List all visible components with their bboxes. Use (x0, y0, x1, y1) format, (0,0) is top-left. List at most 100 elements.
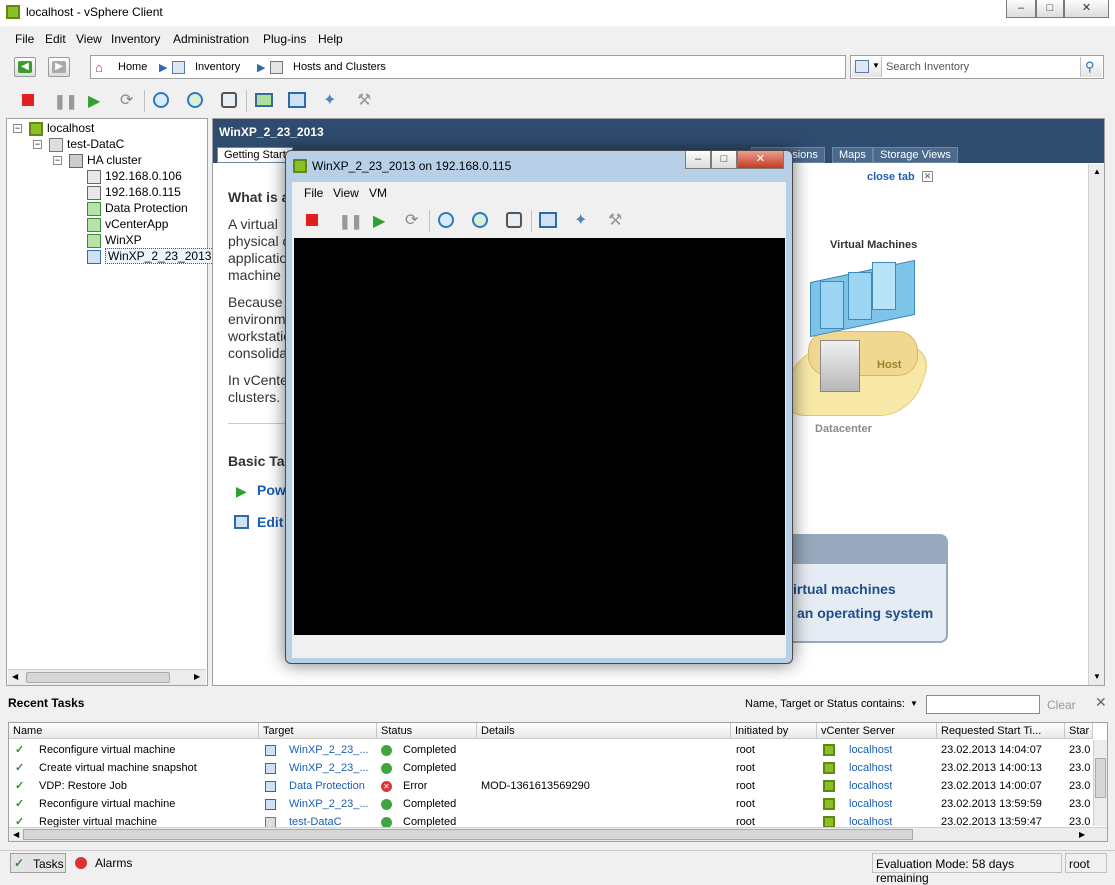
close-tasks-icon[interactable]: ✕ (1095, 694, 1107, 711)
console-close-button[interactable]: ✕ (737, 151, 784, 169)
back-button[interactable]: ◀ (14, 57, 36, 77)
menu-administration[interactable]: Administration (173, 32, 249, 46)
tree-item-localhost[interactable]: localhost (29, 120, 94, 136)
tab-maps[interactable]: Maps (832, 147, 873, 163)
main-vscrollbar[interactable]: ▲ ▼ (1088, 164, 1104, 685)
suspend-button[interactable]: ❚❚ (50, 90, 77, 110)
alarms-toggle-button[interactable]: Alarms (70, 853, 142, 873)
scroll-thumb[interactable] (26, 672, 170, 683)
console-reset-button[interactable]: ⟳ (402, 210, 422, 230)
column-header[interactable]: vCenter Server (817, 723, 937, 739)
forward-button[interactable]: ▶ (48, 57, 70, 77)
scroll-thumb[interactable] (1095, 758, 1106, 798)
clear-filter-button[interactable]: Clear (1047, 698, 1076, 712)
tasks-toggle-button[interactable]: ✓ Tasks (10, 853, 66, 873)
tree-item-winxp-2-23-2013[interactable]: WinXP_2_23_2013 (87, 248, 215, 264)
close-button[interactable]: ✕ (1064, 0, 1109, 18)
learn-more-line-2[interactable]: an operating system (797, 605, 933, 621)
console-power-on-button[interactable]: ▶ (369, 210, 389, 230)
power-on-button[interactable]: ▶ (84, 90, 104, 110)
reset-button[interactable]: ⟳ (117, 90, 137, 110)
task-filter-input[interactable] (926, 695, 1040, 714)
tree-item-data-protection[interactable]: Data Protection (87, 200, 188, 216)
tree-item-host-106[interactable]: 192.168.0.106 (87, 168, 182, 184)
breadcrumb-inventory[interactable]: Inventory (195, 61, 240, 73)
tree-item-vcenterapp[interactable]: vCenterApp (87, 216, 168, 232)
task-server[interactable]: localhost (849, 778, 892, 794)
task-server[interactable]: localhost (849, 742, 892, 758)
tree-hscrollbar[interactable]: ◀ ▶ (8, 669, 206, 685)
tree-item-host-115[interactable]: 192.168.0.115 (87, 184, 181, 200)
tab-storage-views[interactable]: Storage Views (873, 147, 958, 163)
power-on-link[interactable]: Pow (257, 482, 286, 498)
table-row[interactable]: ✓ Create virtual machine snapshot WinXP_… (9, 760, 1093, 778)
edit-settings-link[interactable]: Edit (257, 514, 283, 530)
breadcrumb-home[interactable]: Home (118, 61, 147, 73)
collapse-icon[interactable]: − (53, 156, 62, 165)
menu-plugins[interactable]: Plug-ins (263, 32, 306, 46)
tasks-hscrollbar[interactable]: ◀ ▶ (9, 827, 1107, 841)
menu-edit[interactable]: Edit (45, 32, 66, 46)
tree-item-datacenter[interactable]: test-DataC (49, 136, 124, 152)
menu-help[interactable]: Help (318, 32, 343, 46)
close-tab-icon[interactable]: ✕ (922, 171, 933, 182)
column-header[interactable]: Name (9, 723, 259, 739)
console-minimize-button[interactable]: – (685, 151, 711, 169)
snapshot-button[interactable] (151, 90, 171, 110)
tasks-vscrollbar[interactable] (1093, 740, 1107, 826)
menu-file[interactable]: File (15, 32, 34, 46)
console-menu-view[interactable]: View (333, 186, 359, 200)
scroll-thumb[interactable] (23, 829, 913, 840)
column-header[interactable]: Target (259, 723, 377, 739)
console-menu-file[interactable]: File (304, 186, 323, 200)
console-migrate-button[interactable]: ✦ (572, 210, 592, 230)
search-button[interactable]: ⚲ (1080, 57, 1102, 77)
minimize-button[interactable]: – (1006, 0, 1036, 18)
console-power-off-button[interactable] (302, 210, 322, 230)
console-edit-settings-button[interactable] (538, 210, 558, 230)
task-target[interactable]: WinXP_2_23_... (289, 760, 369, 776)
menu-inventory[interactable]: Inventory (111, 32, 160, 46)
column-header[interactable]: Status (377, 723, 477, 739)
collapse-icon[interactable]: − (13, 124, 22, 133)
task-target[interactable]: Data Protection (289, 778, 365, 794)
close-tab-link[interactable]: close tab (867, 171, 915, 183)
console-button[interactable] (254, 90, 274, 110)
revert-snapshot-button[interactable] (185, 90, 205, 110)
power-off-button[interactable] (18, 90, 38, 110)
snapshot-manager-button[interactable] (219, 90, 239, 110)
task-server[interactable]: localhost (849, 796, 892, 812)
task-server[interactable]: localhost (849, 760, 892, 776)
tree-item-cluster[interactable]: HA cluster (69, 152, 142, 168)
edit-settings-button[interactable] (287, 90, 307, 110)
collapse-icon[interactable]: − (33, 140, 42, 149)
task-target[interactable]: WinXP_2_23_... (289, 742, 369, 758)
task-target[interactable]: WinXP_2_23_... (289, 796, 369, 812)
console-snapshot-button[interactable] (436, 210, 456, 230)
console-menu-vm[interactable]: VM (369, 186, 387, 200)
migrate-button[interactable]: ✦ (321, 90, 341, 110)
console-snapshot-manager-button[interactable] (504, 210, 524, 230)
table-row[interactable]: ✓ Reconfigure virtual machine WinXP_2_23… (9, 796, 1093, 814)
breadcrumb-hosts-clusters[interactable]: Hosts and Clusters (293, 61, 386, 73)
column-header[interactable]: Initiated by (731, 723, 817, 739)
table-row[interactable]: ✓ Reconfigure virtual machine WinXP_2_23… (9, 742, 1093, 760)
tools-button[interactable]: ⚒ (355, 90, 375, 110)
console-suspend-button[interactable]: ❚❚ (335, 210, 362, 230)
maximize-button[interactable]: □ (1036, 0, 1064, 18)
task-filter-label[interactable]: Name, Target or Status contains: (745, 698, 905, 710)
console-maximize-button[interactable]: □ (711, 151, 737, 169)
console-screen[interactable] (294, 238, 785, 635)
column-header[interactable]: Details (477, 723, 731, 739)
search-scope-dropdown[interactable]: ▼ (852, 57, 882, 77)
column-header[interactable]: Star (1065, 723, 1093, 739)
tab-getting-started[interactable]: Getting Start (217, 147, 293, 163)
learn-more-line-1[interactable]: irtual machines (793, 581, 896, 597)
column-header[interactable]: Requested Start Ti... (937, 723, 1065, 739)
menu-view[interactable]: View (76, 32, 102, 46)
search-input[interactable]: Search Inventory (886, 61, 969, 73)
table-row[interactable]: ✓ VDP: Restore Job Data Protection ✕ Err… (9, 778, 1093, 796)
tree-item-winxp[interactable]: WinXP (87, 232, 142, 248)
console-tools-button[interactable]: ⚒ (606, 210, 626, 230)
console-revert-snapshot-button[interactable] (470, 210, 490, 230)
